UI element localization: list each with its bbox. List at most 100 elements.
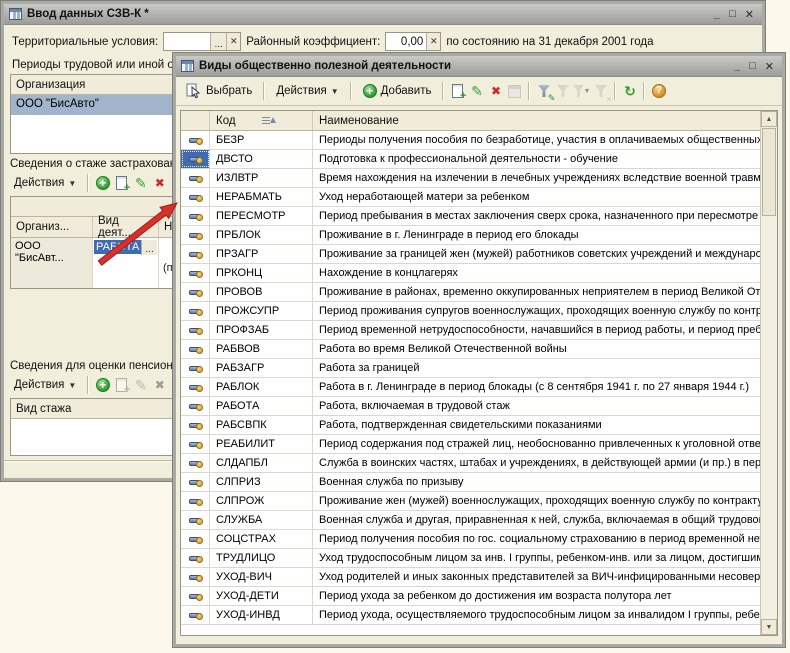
table-row[interactable]: РАБЗАГР Работа за границей [181,359,760,378]
row-name[interactable]: Периоды получения пособия по безработице… [313,131,760,149]
table-row[interactable]: СОЦСТРАХ Период получения пособия по гос… [181,530,760,549]
row-code[interactable]: РАБЗАГР [210,359,313,377]
row-code[interactable]: СОЦСТРАХ [210,530,313,548]
pension-actions-button[interactable]: Действия ▼ [8,376,82,394]
list-settings-button[interactable] [535,83,552,100]
row-code[interactable]: РАБВОВ [210,340,313,358]
row-code[interactable]: ИЗЛВТР [210,169,313,187]
row-icon-cell[interactable] [181,340,210,358]
row-name[interactable]: Период содержания под стражей лиц, необо… [313,435,760,453]
row-name[interactable]: Уход родителей и иных законных представи… [313,568,760,586]
icon-column-header[interactable] [181,111,210,130]
scroll-down-icon[interactable]: ▼ [761,619,777,635]
table-row[interactable]: ИЗЛВТР Время нахождения на излечении в л… [181,169,760,188]
table-row[interactable]: РАБСВПК Работа, подтвержденная свидетель… [181,416,760,435]
row-name[interactable]: Работа во время Великой Отечественной во… [313,340,760,358]
row-icon-cell[interactable] [181,530,210,548]
stazh-actions-button[interactable]: Действия ▼ [8,174,82,192]
edit-button[interactable]: ✎ [468,83,485,100]
row-icon-cell[interactable] [181,359,210,377]
table-row[interactable]: БЕЗР Периоды получения пособия по безраб… [181,131,760,150]
row-name[interactable]: Работа, подтвержденная свидетельскими по… [313,416,760,434]
row-icon-cell[interactable] [181,283,210,301]
maximize-icon[interactable]: □ [729,8,736,21]
row-name[interactable]: Период проживания супругов военнослужащи… [313,302,760,320]
row-code[interactable]: ПЕРЕСМОТР [210,207,313,225]
row-name[interactable]: Период ухода, осуществляемого трудоспосо… [313,606,760,624]
row-code[interactable]: РАБЛОК [210,378,313,396]
table-row[interactable]: РАБЛОК Работа в г. Ленинграде в период б… [181,378,760,397]
territorial-clear-button[interactable]: ✕ [226,33,240,50]
help-button[interactable]: ? [650,83,667,100]
row-code[interactable]: УХОД-ИНВД [210,606,313,624]
row-name[interactable]: Нахождение в концлагерях [313,264,760,282]
row-code[interactable]: СЛПРИЗ [210,473,313,491]
date-interval-button-disabled[interactable] [506,83,523,100]
row-code[interactable]: УХОД-ВИЧ [210,568,313,586]
copy-button-disabled[interactable] [113,377,130,394]
code-column-header[interactable]: Код [210,111,313,130]
scroll-up-icon[interactable]: ▲ [761,111,777,127]
row-icon-cell[interactable] [181,378,210,396]
filter-button-disabled[interactable] [554,83,571,100]
row-icon-cell[interactable] [181,169,210,187]
row-icon-cell[interactable] [181,264,210,282]
scrollbar-thumb[interactable] [762,128,776,216]
table-row[interactable]: ПЕРЕСМОТР Период пребывания в местах зак… [181,207,760,226]
table-row[interactable]: СЛПРОЖ Проживание жен (мужей) военнослуж… [181,492,760,511]
row-code[interactable]: СЛПРОЖ [210,492,313,510]
territorial-input[interactable]: ... ✕ [163,32,241,51]
row-code[interactable]: ДВСТО [210,150,313,168]
row-code[interactable]: ПРОФЗАБ [210,321,313,339]
row-name[interactable]: Уход трудоспособным лицом за инв. I груп… [313,549,760,567]
row-name[interactable]: Период получения пособия по гос. социаль… [313,530,760,548]
row-icon-cell[interactable] [181,549,210,567]
table-row[interactable]: ПРБЛОК Проживание в г. Ленинграде в пери… [181,226,760,245]
row-name[interactable]: Служба в воинских частях, штабах и учреж… [313,454,760,472]
close-icon[interactable]: ✕ [765,60,774,73]
add-button[interactable]: + [94,175,111,192]
table-row[interactable]: СЛПРИЗ Военная служба по призыву [181,473,760,492]
row-name[interactable]: Проживание за границей жен (мужей) работ… [313,245,760,263]
row-icon-cell[interactable] [181,416,210,434]
row-name[interactable]: Период пребывания в местах заключения св… [313,207,760,225]
table-row[interactable]: ПРЗАГР Проживание за границей жен (мужей… [181,245,760,264]
maximize-icon[interactable]: □ [749,60,756,73]
row-icon-cell[interactable] [181,454,210,472]
minimize-icon[interactable]: _ [714,8,720,21]
row-icon-cell[interactable] [181,245,210,263]
copy-button[interactable] [449,83,466,100]
filter-by-value-button-disabled[interactable]: ▼ [573,83,590,100]
vid-pick-button[interactable]: ... [141,240,157,255]
row-name[interactable]: Военная служба и другая, приравненная к … [313,511,760,529]
table-row[interactable]: СЛУЖБА Военная служба и другая, приравне… [181,511,760,530]
actions-button[interactable]: Действия ▼ [270,82,344,100]
row-name[interactable]: Проживание жен (мужей) военнослужащих, п… [313,492,760,510]
table-row[interactable]: УХОД-ДЕТИ Период ухода за ребенком до до… [181,587,760,606]
row-code[interactable]: ПРКОНЦ [210,264,313,282]
row-name[interactable]: Уход неработающей матери за ребенком [313,188,760,206]
row-code[interactable]: УХОД-ДЕТИ [210,587,313,605]
table-row[interactable]: РАБВОВ Работа во время Великой Отечестве… [181,340,760,359]
row-name[interactable]: Работа за границей [313,359,760,377]
row-icon-cell[interactable] [181,587,210,605]
row-code[interactable]: ПРБЛОК [210,226,313,244]
row-name[interactable]: Проживание в районах, временно оккупиров… [313,283,760,301]
delete-button[interactable]: ✖ [487,83,504,100]
row-name[interactable]: Подготовка к профессиональной деятельнос… [313,150,760,168]
table-row[interactable]: ПРОФЗАБ Период временной нетрудоспособно… [181,321,760,340]
row-code[interactable]: БЕЗР [210,131,313,149]
row-name[interactable]: Проживание в г. Ленинграде в период его … [313,226,760,244]
refresh-button[interactable]: ↻ [621,83,638,100]
add-button[interactable]: + [94,377,111,394]
table-row[interactable]: УХОД-ВИЧ Уход родителей и иных законных … [181,568,760,587]
copy-button[interactable] [113,175,130,192]
delete-button-disabled[interactable]: ✖ [151,377,168,394]
row-name[interactable]: Период ухода за ребенком до достижения и… [313,587,760,605]
row-code[interactable]: ПРЗАГР [210,245,313,263]
row-icon-cell[interactable] [181,511,210,529]
table-row[interactable]: ПРОВОВ Проживание в районах, временно ок… [181,283,760,302]
row-icon-cell[interactable] [181,321,210,339]
dialog-titlebar[interactable]: Виды общественно полезной деятельности _… [176,56,782,77]
row-icon-cell[interactable] [181,397,210,415]
